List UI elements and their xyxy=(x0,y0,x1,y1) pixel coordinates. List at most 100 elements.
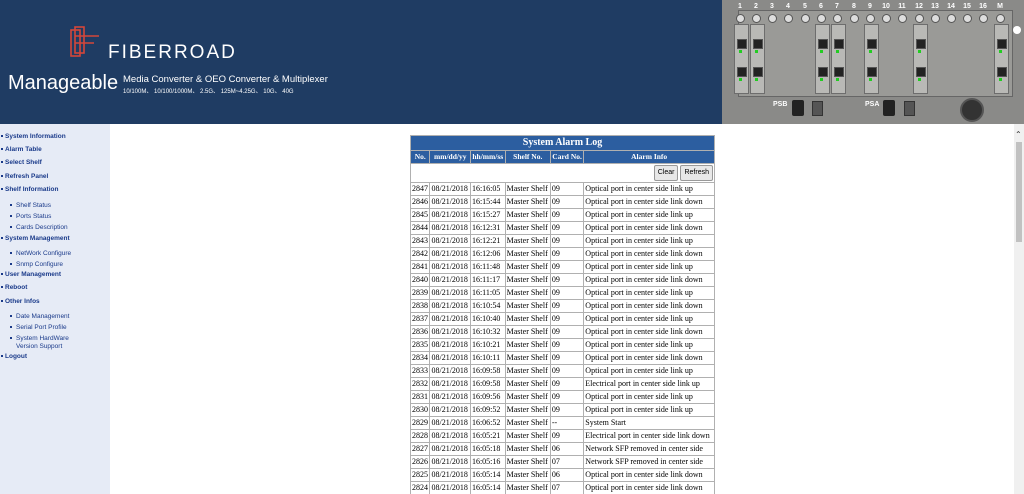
slot-number-label: 9 xyxy=(868,3,872,10)
mount-hole-icon xyxy=(1013,26,1021,34)
submenu-date-management[interactable]: Date Management xyxy=(10,313,69,320)
submenu-cards-description[interactable]: Cards Description xyxy=(10,224,68,231)
table-cell: 2838 xyxy=(409,299,431,313)
submenu-system-hardware[interactable]: System HardWare xyxy=(10,335,69,342)
refresh-button[interactable]: Refresh xyxy=(680,165,713,181)
table-cell: 2845 xyxy=(409,208,431,222)
table-cell: 2833 xyxy=(409,364,431,378)
table-cell: Optical port in center side link down xyxy=(583,325,715,339)
table-cell: 08/21/2018 xyxy=(429,377,471,391)
alarm-log-table: System Alarm Log No. mm/dd/yy hh/mm/ss S… xyxy=(409,135,715,494)
slot-number-label: 12 xyxy=(915,3,923,10)
table-cell: 2842 xyxy=(409,247,431,261)
fiber-port-icon xyxy=(818,67,828,77)
clear-button[interactable]: Clear xyxy=(653,165,679,181)
table-cell: 08/21/2018 xyxy=(429,364,471,378)
table-cell: 16:09:58 xyxy=(469,377,506,391)
table-cell: Optical port in center side link up xyxy=(583,338,715,352)
scrollbar-thumb[interactable] xyxy=(1016,142,1022,242)
table-cell: 08/21/2018 xyxy=(429,312,471,326)
screw-icon xyxy=(784,14,793,23)
table-cell: Optical port in center side link up xyxy=(583,390,715,404)
submenu-version-support[interactable]: Version Support xyxy=(16,343,62,350)
table-cell: Master Shelf xyxy=(504,312,551,326)
table-cell: 08/21/2018 xyxy=(429,429,471,443)
table-title: System Alarm Log xyxy=(410,135,715,151)
fiber-port-icon xyxy=(834,39,844,49)
table-cell: 2824 xyxy=(409,481,431,494)
fiber-port-icon xyxy=(916,39,926,49)
table-cell: Master Shelf xyxy=(504,260,551,274)
table-cell: 2831 xyxy=(409,390,431,404)
menu-shelf-information[interactable]: Shelf Information xyxy=(0,186,58,193)
status-led-icon xyxy=(869,50,872,53)
status-led-icon xyxy=(999,50,1002,53)
table-row: 2839 08/21/2018 16:11:05 Master Shelf 09 Opti… xyxy=(409,286,715,300)
submenu-shelf-status[interactable]: Shelf Status xyxy=(10,202,51,209)
table-cell: Optical port in center side link up xyxy=(583,182,715,196)
table-cell: 2826 xyxy=(409,455,431,469)
table-cell: 09 xyxy=(549,312,585,326)
screw-icon xyxy=(915,14,924,23)
table-cell: 09 xyxy=(549,390,585,404)
alarm-log-body: 2847 08/21/2018 16:16:05 Master Shelf 09 Opti… xyxy=(409,182,715,494)
table-cell: 08/21/2018 xyxy=(429,442,471,456)
screw-icon xyxy=(752,14,761,23)
slot-number-label: 5 xyxy=(803,3,807,10)
sidebar: System Information Alarm Table Select Sh… xyxy=(0,124,110,494)
status-led-icon xyxy=(918,78,921,81)
slot-number-label: 1 xyxy=(738,3,742,10)
power-switch-icon xyxy=(904,101,915,116)
menu-other-infos[interactable]: Other Infos xyxy=(0,298,40,305)
table-cell: 08/21/2018 xyxy=(429,234,471,248)
table-cell: 16:12:21 xyxy=(469,234,506,248)
scroll-up-icon[interactable]: ⌃ xyxy=(1015,130,1022,139)
table-cell: 09 xyxy=(549,195,585,209)
table-cell: 09 xyxy=(549,273,585,287)
table-cell: Optical port in center side link down xyxy=(583,468,715,482)
slot-number-label: 13 xyxy=(931,3,939,10)
table-cell: 16:12:31 xyxy=(469,221,506,235)
table-cell: 08/21/2018 xyxy=(429,390,471,404)
menu-logout[interactable]: Logout xyxy=(0,353,27,360)
table-cell: 09 xyxy=(549,247,585,261)
table-cell: Master Shelf xyxy=(504,182,551,196)
table-row: 2841 08/21/2018 16:11:48 Master Shelf 09 Opti… xyxy=(409,260,715,274)
table-cell: 16:15:27 xyxy=(469,208,506,222)
table-cell: 16:12:06 xyxy=(469,247,506,261)
screw-icon xyxy=(979,14,988,23)
slot-number-label: 8 xyxy=(852,3,856,10)
product-line-title: Manageable xyxy=(8,72,119,94)
table-row: 2833 08/21/2018 16:09:58 Master Shelf 09 Opti… xyxy=(409,364,715,378)
screw-icon xyxy=(850,14,859,23)
slot-number-label: 4 xyxy=(786,3,790,10)
table-cell: 16:11:05 xyxy=(469,286,506,300)
status-led-icon xyxy=(999,78,1002,81)
slot-number-label: 15 xyxy=(963,3,971,10)
menu-refresh-panel[interactable]: Refresh Panel xyxy=(0,173,48,180)
table-cell: 2828 xyxy=(409,429,431,443)
table-cell: 16:05:14 xyxy=(469,468,506,482)
submenu-snmp-configure[interactable]: Snmp Configure xyxy=(10,261,63,268)
menu-reboot[interactable]: Reboot xyxy=(0,284,27,291)
table-cell: 09 xyxy=(549,351,585,365)
fan-icon xyxy=(960,98,984,122)
submenu-network-configure[interactable]: NetWork Configure xyxy=(10,250,71,257)
menu-alarm-table[interactable]: Alarm Table xyxy=(0,146,42,153)
line-card xyxy=(815,24,830,94)
table-cell: 16:05:18 xyxy=(469,442,506,456)
menu-user-management[interactable]: User Management xyxy=(0,271,61,278)
table-cell: Master Shelf xyxy=(504,299,551,313)
vertical-scrollbar[interactable]: ⌃ xyxy=(1014,124,1024,494)
menu-system-management[interactable]: System Management xyxy=(0,235,70,242)
table-cell: 09 xyxy=(549,299,585,313)
submenu-ports-status[interactable]: Ports Status xyxy=(10,213,51,220)
table-cell: 08/21/2018 xyxy=(429,468,471,482)
menu-select-shelf[interactable]: Select Shelf xyxy=(0,159,42,166)
screw-icon xyxy=(866,14,875,23)
table-cell: Optical port in center side link down xyxy=(583,481,715,494)
menu-system-information[interactable]: System Information xyxy=(0,133,66,140)
table-cell: Master Shelf xyxy=(504,325,551,339)
submenu-serial-port-profile[interactable]: Serial Port Profile xyxy=(10,324,67,331)
table-cell: Master Shelf xyxy=(504,416,551,430)
